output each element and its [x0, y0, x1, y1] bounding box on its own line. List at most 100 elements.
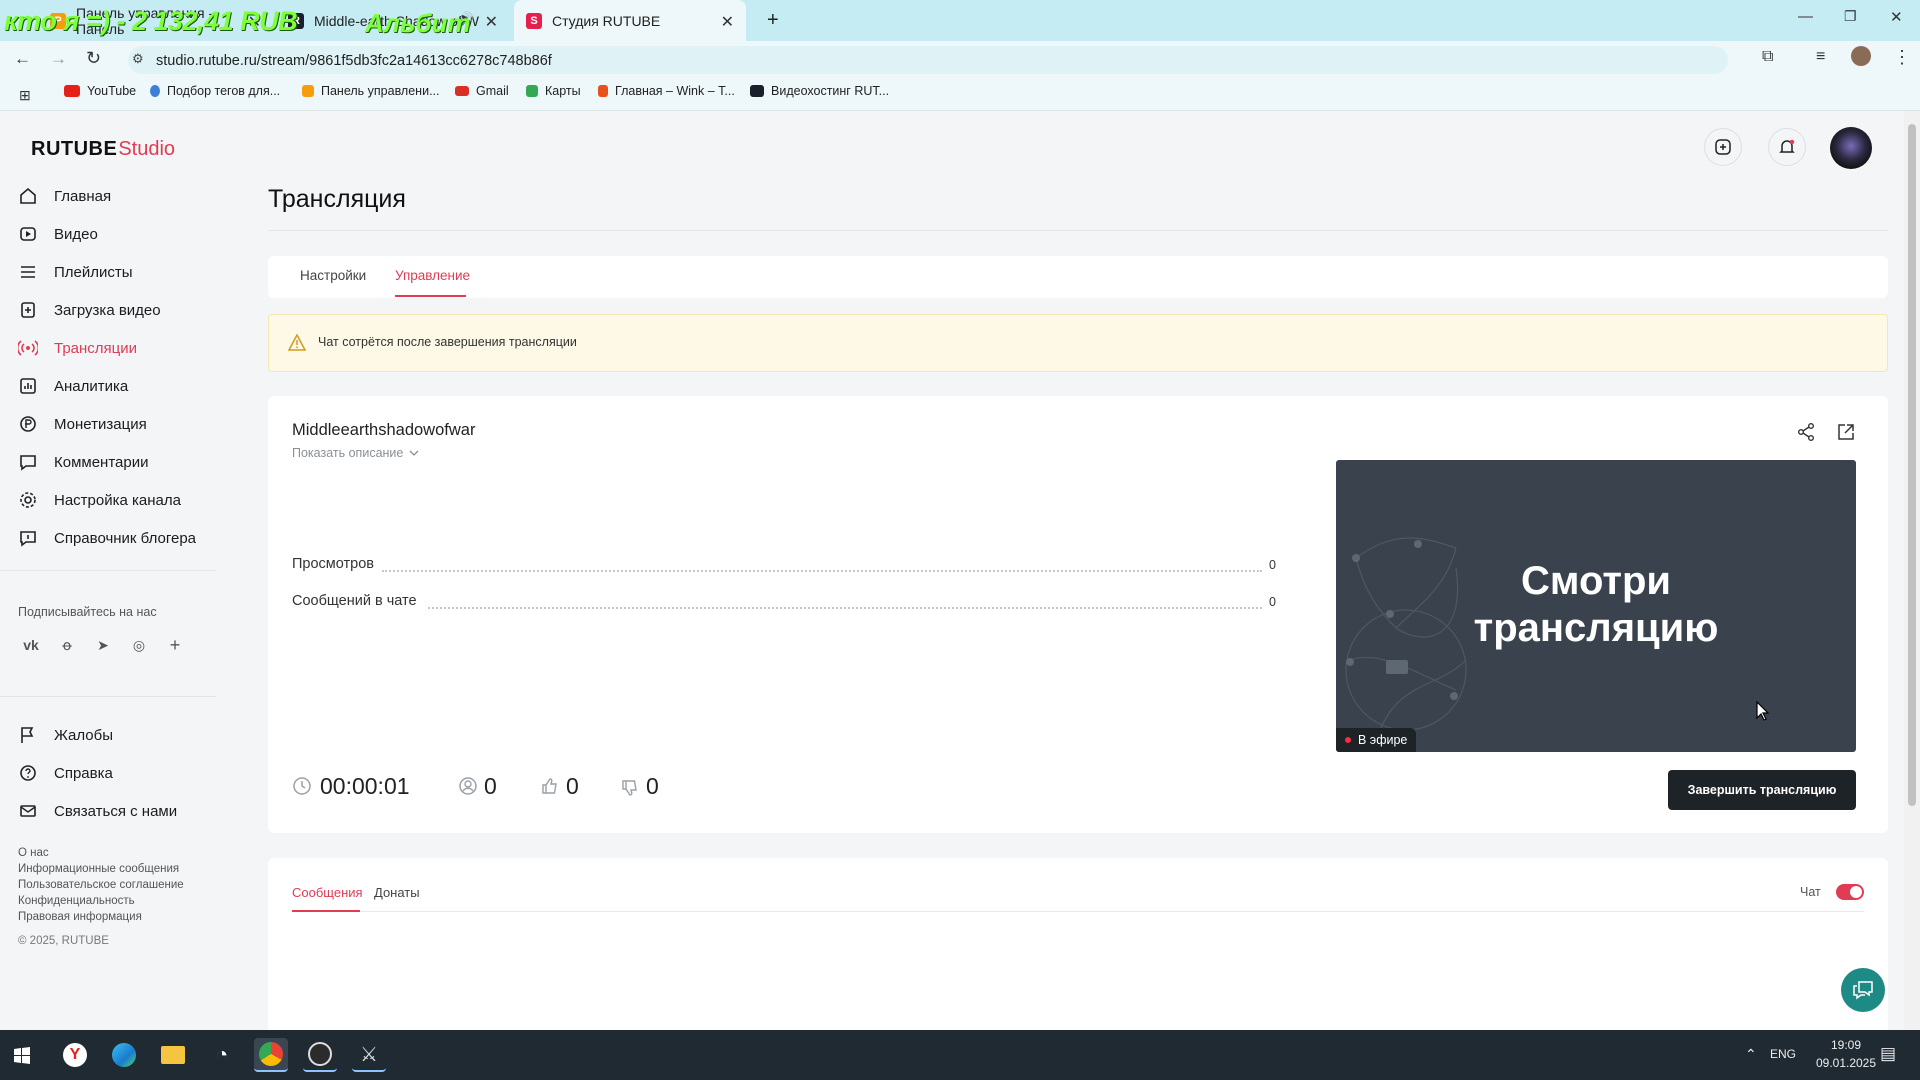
sidebar-item-channel-settings[interactable]: Настройка канала: [18, 488, 181, 512]
speedometer-icon: ◔: [215, 1043, 229, 1066]
tab-management[interactable]: Управление: [395, 268, 470, 283]
close-tab-icon[interactable]: ✕: [248, 12, 261, 32]
sidebar-item-help[interactable]: Справка: [18, 761, 113, 785]
new-tab-button[interactable]: +: [755, 0, 785, 41]
tab-title: Панель управления - Панель: [76, 4, 214, 37]
back-icon[interactable]: ←: [14, 49, 31, 69]
start-button[interactable]: [5, 1038, 39, 1072]
share-icon[interactable]: [1796, 422, 1816, 442]
chrome-taskbar[interactable]: [254, 1038, 288, 1072]
bookmark-wink[interactable]: Главная – Wink – Т...: [598, 84, 735, 98]
gmail-icon: [455, 86, 469, 96]
scrollbar-thumb[interactable]: [1908, 124, 1916, 806]
sidebar-item-complaints[interactable]: Жалобы: [18, 723, 113, 747]
dislikes-count: 0: [646, 773, 659, 799]
clock-time[interactable]: 19:09: [1816, 1038, 1876, 1052]
sidebar: RUTUBE Studio Главная Видео Плейлисты За…: [0, 111, 216, 1030]
url-input[interactable]: studio.rutube.ru/stream/9861f5db3fc2a146…: [128, 46, 1728, 74]
obs-taskbar[interactable]: [303, 1038, 337, 1072]
bookmark-youtube[interactable]: YouTube: [64, 84, 136, 98]
like-icon: [542, 778, 557, 794]
bell-icon: [1779, 139, 1795, 153]
yandex-icon: Y: [63, 1043, 87, 1067]
browser-menu-icon[interactable]: ⋮: [1893, 47, 1911, 68]
close-tab-icon[interactable]: ✕: [485, 12, 498, 32]
close-tab-icon[interactable]: ✕: [721, 12, 734, 32]
bookmark-maps[interactable]: Карты: [526, 84, 581, 98]
viewers-count: 0: [484, 773, 497, 799]
clock-icon: [293, 777, 311, 795]
tab-settings[interactable]: Настройки: [300, 268, 366, 283]
vk-icon[interactable]: vk: [20, 634, 42, 656]
rutube-studio-logo[interactable]: RUTUBE Studio: [31, 138, 175, 161]
sidebar-item-upload[interactable]: Загрузка видео: [18, 298, 161, 322]
browser-tab-1[interactable]: P Панель управления - Панель ✕: [38, 0, 273, 41]
active-tab-indicator: [395, 295, 466, 297]
sidebar-item-home[interactable]: Главная: [18, 184, 111, 208]
show-description-button[interactable]: Показать описание: [292, 446, 419, 460]
footer-link-terms[interactable]: Пользовательское соглашение: [18, 879, 184, 891]
profile-avatar-icon[interactable]: [1851, 46, 1871, 66]
tab-list-button[interactable]: [8, 0, 38, 41]
sidebar-item-comments[interactable]: Комментарии: [18, 450, 148, 474]
obs-icon: [308, 1042, 332, 1066]
chat-tabs-divider: [292, 911, 1864, 912]
game-taskbar[interactable]: ⚔: [352, 1038, 386, 1072]
telegram-icon[interactable]: ➤: [92, 634, 114, 656]
speedometer-taskbar[interactable]: ◔: [205, 1038, 239, 1072]
sidebar-item-monetization[interactable]: Монетизация: [18, 412, 147, 436]
open-external-icon[interactable]: [1836, 422, 1856, 442]
bookmark-panel[interactable]: Панель управлени...: [302, 84, 439, 98]
edge-taskbar[interactable]: [107, 1038, 141, 1072]
footer-link-legal[interactable]: Правовая информация: [18, 911, 142, 923]
file-explorer-taskbar[interactable]: [156, 1038, 190, 1072]
more-socials-icon[interactable]: +: [164, 634, 186, 656]
ok-icon[interactable]: ꝋ: [56, 634, 78, 656]
flag-icon: [18, 725, 38, 745]
reload-icon[interactable]: ↻: [86, 48, 101, 69]
browser-tab-3[interactable]: S Студия RUTUBE ✕: [514, 0, 746, 41]
footer-link-about[interactable]: О нас: [18, 847, 49, 859]
clock-date[interactable]: 09.01.2025: [1808, 1056, 1884, 1070]
bookmark-tags[interactable]: Подбор тегов для...: [150, 84, 280, 98]
sidebar-item-broadcasts[interactable]: Трансляции: [18, 336, 137, 360]
footer-link-info[interactable]: Информационные сообщения: [18, 863, 179, 875]
yandex-browser-taskbar[interactable]: Y: [58, 1038, 92, 1072]
toggle-knob: [1850, 886, 1862, 898]
sidebar-item-contact[interactable]: Связаться с нами: [18, 799, 177, 823]
site-info-icon[interactable]: ⚙: [132, 51, 144, 67]
sidebar-item-playlists[interactable]: Плейлисты: [18, 260, 133, 284]
minimize-icon[interactable]: —: [1798, 8, 1813, 25]
tab-donations[interactable]: Донаты: [374, 885, 420, 900]
footer-link-privacy[interactable]: Конфиденциальность: [18, 895, 135, 907]
upload-icon: [18, 300, 38, 320]
extensions-icon[interactable]: ⧉: [1762, 48, 1773, 66]
bookmark-rutube[interactable]: Видеохостинг RUT...: [750, 84, 889, 98]
sidebar-item-blogger-guide[interactable]: Справочник блогера: [18, 526, 196, 550]
tab-title: Студия RUTUBE: [552, 12, 661, 29]
avatar[interactable]: [1830, 127, 1872, 169]
create-button[interactable]: [1704, 128, 1742, 166]
bookmark-gmail[interactable]: Gmail: [455, 84, 509, 98]
tab-messages[interactable]: Сообщения: [292, 885, 363, 900]
live-badge: В эфире: [1336, 728, 1417, 752]
tray-chevron-up-icon[interactable]: ⌃: [1745, 1046, 1757, 1063]
support-chat-button[interactable]: [1841, 968, 1885, 1012]
end-stream-button[interactable]: Завершить трансляцию: [1668, 770, 1856, 810]
chat-toggle[interactable]: [1836, 884, 1864, 900]
sidebar-item-video[interactable]: Видео: [18, 222, 98, 246]
restore-icon[interactable]: ❐: [1844, 8, 1857, 25]
close-window-icon[interactable]: ✕: [1890, 8, 1903, 26]
viber-icon[interactable]: ◎: [128, 634, 150, 656]
sidebar-item-analytics[interactable]: Аналитика: [18, 374, 128, 398]
language-indicator[interactable]: ENG: [1770, 1047, 1796, 1061]
stream-tabs: Настройки Управление: [268, 256, 1888, 298]
media-control-icon[interactable]: ≡: [1816, 48, 1825, 66]
analytics-icon: [18, 376, 38, 396]
active-tab-indicator: [292, 910, 360, 912]
notifications-button[interactable]: [1768, 128, 1806, 166]
apps-grid-icon[interactable]: ⊞: [19, 87, 31, 104]
forward-icon[interactable]: →: [50, 49, 67, 69]
stream-preview[interactable]: Смотри трансляцию В эфире: [1336, 460, 1856, 752]
notification-center-icon[interactable]: ▤: [1880, 1044, 1896, 1064]
